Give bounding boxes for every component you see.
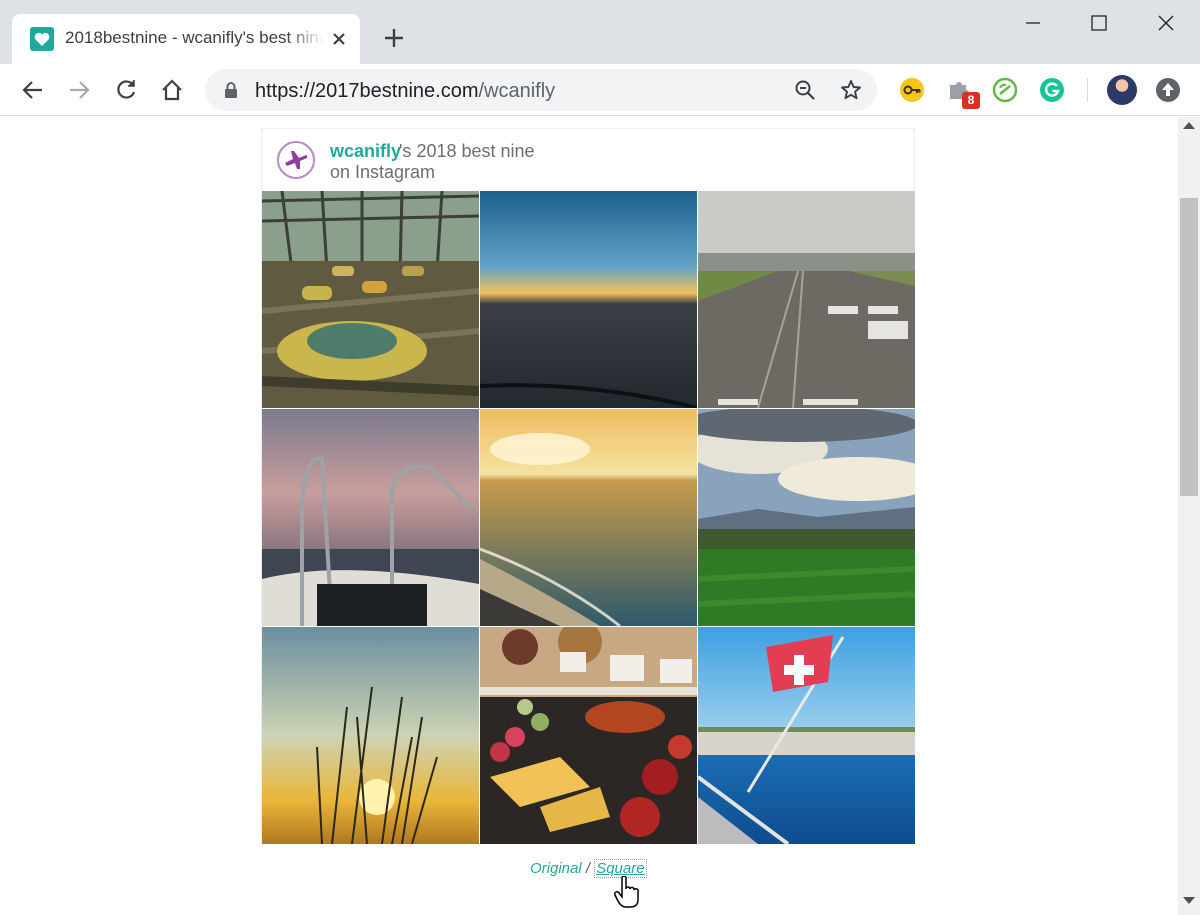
maximize-icon[interactable]	[1086, 10, 1112, 36]
card-heading: 's 2018 best nine	[399, 141, 535, 161]
extension-badge: 8	[962, 92, 980, 109]
photo-grid	[262, 191, 915, 844]
photo-grass-sunset[interactable]	[262, 627, 479, 844]
new-tab-icon[interactable]	[380, 24, 408, 52]
close-window-icon[interactable]	[1153, 10, 1179, 36]
photo-coast-sunset[interactable]	[480, 409, 697, 626]
profile-avatar[interactable]	[1107, 75, 1137, 105]
bestnine-card: wcanifly 's 2018 best nine on Instagram	[261, 128, 915, 844]
url-text: https://2017bestnine.com/wcanifly	[255, 80, 555, 103]
photo-sunset-from-plane[interactable]	[480, 191, 697, 408]
scroll-up-arrow-icon[interactable]	[1183, 122, 1195, 129]
browser-toolbar: https://2017bestnine.com/wcanifly	[0, 64, 1200, 116]
scroll-down-arrow-icon[interactable]	[1183, 897, 1195, 904]
url-host: https://2017bestnine.com	[255, 80, 479, 102]
card-header: wcanifly 's 2018 best nine on Instagram	[262, 129, 914, 191]
evernote-style-extension-icon[interactable]	[992, 77, 1018, 103]
bookmark-star-icon[interactable]	[839, 78, 863, 107]
title-bar: 2018bestnine - wcanifly's best nine	[0, 0, 1200, 64]
username-link[interactable]: wcanifly	[330, 141, 401, 162]
photo-swiss-flag-lake[interactable]	[698, 627, 915, 844]
lock-icon[interactable]	[223, 81, 239, 104]
address-bar[interactable]: https://2017bestnine.com/wcanifly	[205, 69, 877, 111]
link-separator: /	[585, 860, 591, 877]
tab-title: 2018bestnine - wcanifly's best nine	[65, 28, 323, 47]
back-icon[interactable]	[19, 76, 47, 104]
home-icon[interactable]	[158, 76, 186, 104]
close-tab-icon[interactable]	[328, 28, 350, 50]
key-extension-icon[interactable]	[899, 77, 925, 103]
hand-cursor-icon	[614, 875, 640, 913]
card-subheading: on Instagram	[330, 162, 436, 182]
photo-boat-dusk[interactable]	[262, 409, 479, 626]
url-path: /wcanifly	[478, 80, 556, 102]
toolbar-separator	[1087, 78, 1088, 102]
reload-icon[interactable]	[112, 76, 140, 104]
zoom-out-icon[interactable]	[793, 78, 817, 107]
heart-favicon-icon	[30, 27, 54, 51]
view-mode-links: Original / Square	[530, 859, 647, 878]
minimize-icon[interactable]	[1020, 10, 1046, 36]
forward-icon[interactable]	[65, 76, 93, 104]
photo-green-field[interactable]	[698, 409, 915, 626]
airplane-logo-icon	[277, 141, 315, 179]
photo-runway[interactable]	[698, 191, 915, 408]
browser-tab[interactable]: 2018bestnine - wcanifly's best nine	[12, 14, 360, 64]
original-link[interactable]: Original	[530, 860, 582, 877]
scrollbar-thumb[interactable]	[1180, 198, 1198, 496]
grammarly-icon[interactable]	[1039, 77, 1065, 103]
update-arrow-icon[interactable]	[1155, 77, 1181, 103]
photo-pastry-display[interactable]	[480, 627, 697, 844]
photo-bumper-cars[interactable]	[262, 191, 479, 408]
